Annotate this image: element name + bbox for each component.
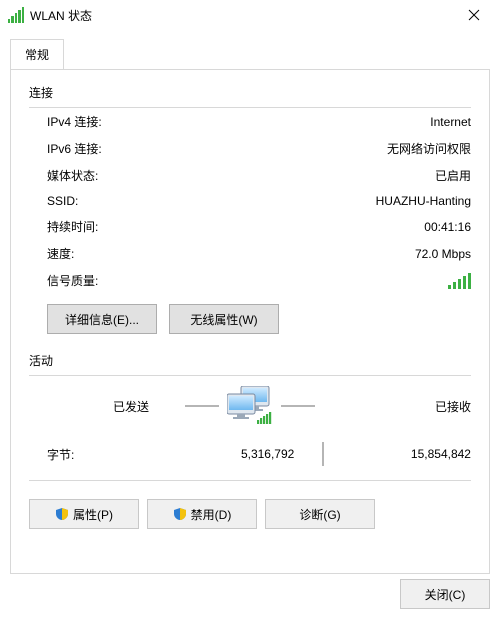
activity-header-row: 已发送 xyxy=(29,376,471,432)
ipv4-value: Internet xyxy=(430,115,471,129)
ipv6-label: IPv6 连接: xyxy=(29,140,102,157)
disable-button-label: 禁用(D) xyxy=(191,506,232,523)
speed-value: 72.0 Mbps xyxy=(415,247,471,261)
row-signal: 信号质量: xyxy=(29,267,471,294)
tabstrip: 常规 xyxy=(0,30,500,69)
row-ipv4: IPv4 连接: Internet xyxy=(29,108,471,135)
activity-mid xyxy=(149,386,351,426)
bytes-label: 字节: xyxy=(29,446,147,463)
signal-label: 信号质量: xyxy=(29,272,98,289)
disable-button[interactable]: 禁用(D) xyxy=(147,499,257,529)
row-ipv6: IPv6 连接: 无网络访问权限 xyxy=(29,135,471,162)
section-title-connection: 连接 xyxy=(29,84,471,101)
client-area: 常规 连接 IPv4 连接: Internet IPv6 连接: 无网络访问权限… xyxy=(0,30,500,617)
section-title-activity: 活动 xyxy=(29,352,471,369)
properties-button-label: 属性(P) xyxy=(73,506,113,523)
tab-pane-general: 连接 IPv4 连接: Internet IPv6 连接: 无网络访问权限 媒体… xyxy=(10,69,490,574)
ssid-value: HUAZHU-Hanting xyxy=(376,194,471,208)
bytes-recv-value: 15,854,842 xyxy=(351,447,471,461)
shield-icon xyxy=(173,507,187,521)
activity-button-row: 属性(P) 禁用(D) 诊断(G) xyxy=(29,499,471,529)
signal-bars-icon xyxy=(448,273,471,289)
dash-right xyxy=(281,405,315,407)
divider xyxy=(29,480,471,481)
duration-label: 持续时间: xyxy=(29,218,98,235)
connection-button-row: 详细信息(E)... 无线属性(W) xyxy=(29,304,471,334)
speed-label: 速度: xyxy=(29,245,74,262)
row-duration: 持续时间: 00:41:16 xyxy=(29,213,471,240)
recv-label: 已接收 xyxy=(351,398,471,415)
tab-general[interactable]: 常规 xyxy=(10,39,64,70)
window-title: WLAN 状态 xyxy=(30,7,454,24)
close-icon[interactable] xyxy=(454,1,494,29)
media-value: 已启用 xyxy=(435,167,471,184)
network-monitors-icon xyxy=(227,386,273,426)
ipv6-value: 无网络访问权限 xyxy=(387,140,471,157)
wireless-properties-button[interactable]: 无线属性(W) xyxy=(169,304,279,334)
media-label: 媒体状态: xyxy=(29,167,98,184)
footer: 关闭(C) xyxy=(400,579,490,609)
ipv4-label: IPv4 连接: xyxy=(29,113,102,130)
bytes-sent-value: 5,316,792 xyxy=(174,447,294,461)
close-button[interactable]: 关闭(C) xyxy=(400,579,490,609)
diagnose-button-label: 诊断(G) xyxy=(299,506,340,523)
vertical-divider xyxy=(322,442,324,466)
shield-icon xyxy=(55,507,69,521)
wifi-signal-icon xyxy=(8,7,24,23)
sent-label: 已发送 xyxy=(29,398,149,415)
diagnose-button[interactable]: 诊断(G) xyxy=(265,499,375,529)
row-media: 媒体状态: 已启用 xyxy=(29,162,471,189)
ssid-label: SSID: xyxy=(29,194,78,208)
bytes-row: 字节: 5,316,792 15,854,842 xyxy=(29,432,471,480)
dash-left xyxy=(185,405,219,407)
details-button[interactable]: 详细信息(E)... xyxy=(47,304,157,334)
row-ssid: SSID: HUAZHU-Hanting xyxy=(29,189,471,213)
titlebar: WLAN 状态 xyxy=(0,0,500,31)
duration-value: 00:41:16 xyxy=(424,220,471,234)
properties-button[interactable]: 属性(P) xyxy=(29,499,139,529)
row-speed: 速度: 72.0 Mbps xyxy=(29,240,471,267)
wlan-status-window: WLAN 状态 常规 连接 IPv4 连接: Internet IPv6 连接:… xyxy=(0,0,500,617)
signal-value xyxy=(448,273,471,289)
